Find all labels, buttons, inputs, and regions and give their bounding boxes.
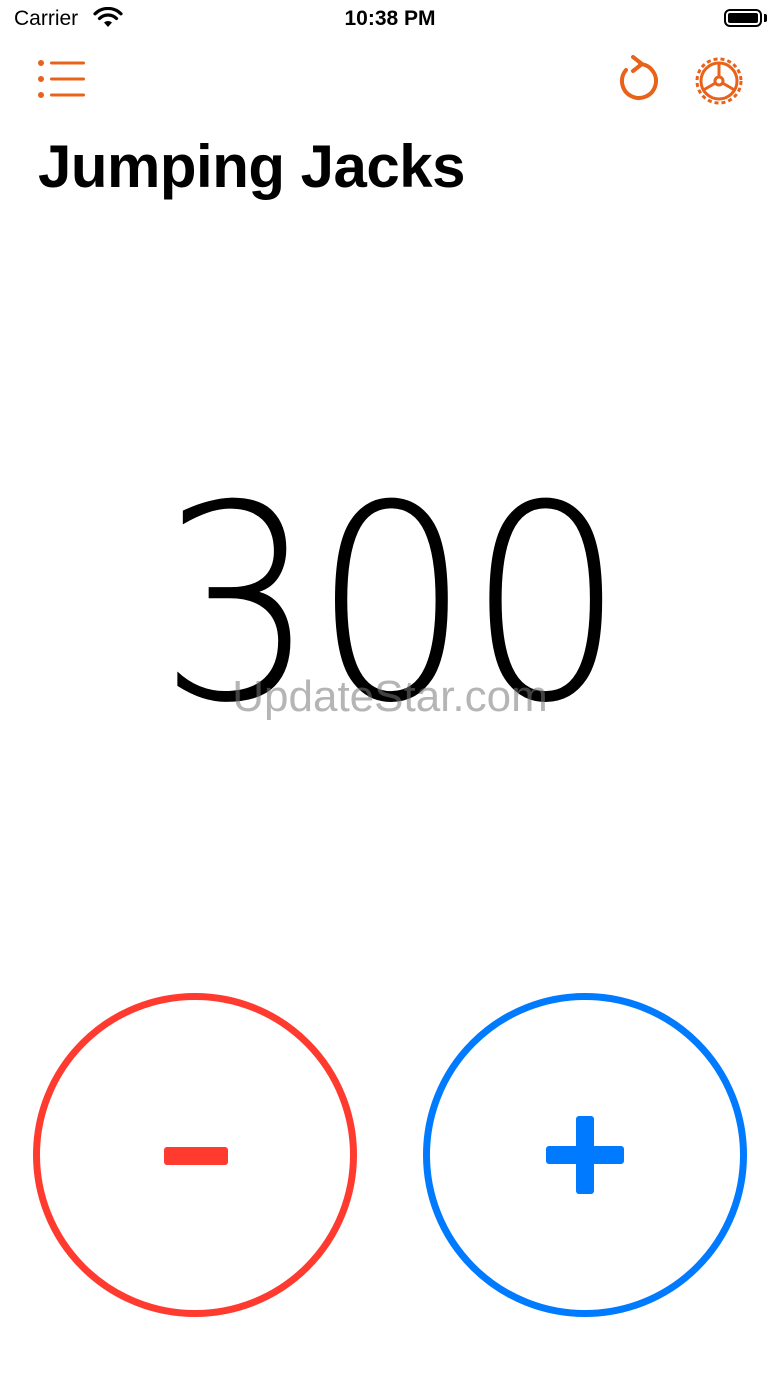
minus-icon xyxy=(164,1147,228,1165)
gear-icon xyxy=(695,57,743,105)
increment-button[interactable] xyxy=(423,993,747,1317)
menu-button[interactable] xyxy=(36,58,88,102)
settings-button[interactable] xyxy=(692,54,746,108)
clock: 10:38 PM xyxy=(344,7,436,30)
plus-icon-vertical xyxy=(576,1116,594,1194)
decrement-button[interactable] xyxy=(33,993,357,1317)
battery-icon xyxy=(724,9,762,27)
page-title: Jumping Jacks xyxy=(38,133,466,200)
status-bar: Carrier 10:38 PM xyxy=(0,0,780,40)
battery-cap xyxy=(764,14,767,22)
reset-arrow-icon xyxy=(620,55,658,100)
list-icon xyxy=(38,60,85,98)
reset-button[interactable] xyxy=(612,54,664,106)
watermark: UpdateStar.com xyxy=(232,672,548,721)
